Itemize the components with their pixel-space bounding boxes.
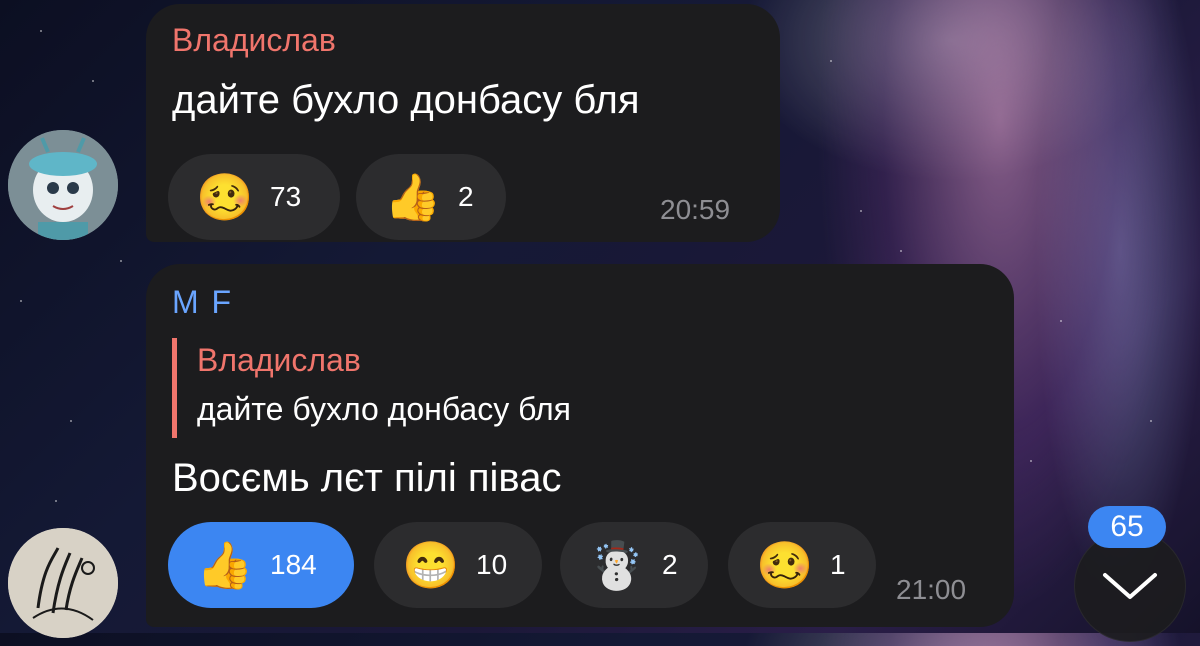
message-bubble[interactable]: Владислав дайте бухло донбасу бля 🥴 73 👍… — [146, 4, 780, 242]
reaction-grin[interactable]: 😁 10 — [374, 522, 542, 608]
avatar[interactable] — [8, 528, 118, 638]
reaction-count: 2 — [458, 181, 474, 212]
reaction-count: 1 — [830, 549, 846, 580]
thumbs-up-icon: 👍 — [384, 171, 442, 223]
message-bubble[interactable]: M F Владислав дайте бухло донбасу бля Во… — [146, 264, 1014, 627]
grinning-face-icon: 😁 — [402, 539, 460, 591]
message-time: 20:59 — [660, 194, 731, 225]
reaction-woozy[interactable]: 🥴 73 — [168, 154, 340, 240]
unread-badge: 65 — [1088, 506, 1166, 548]
reaction-count: 73 — [270, 181, 302, 212]
thumbs-up-icon: 👍 — [196, 539, 254, 591]
reaction-thumbs-up[interactable]: 👍 2 — [356, 154, 506, 240]
woozy-face-icon: 🥴 — [756, 539, 814, 591]
reaction-count: 10 — [476, 549, 508, 580]
reaction-snowman[interactable]: ☃️ 2 — [560, 522, 708, 608]
message-time: 21:00 — [896, 574, 967, 605]
reaction-count: 2 — [662, 549, 678, 580]
calligraphy-avatar-icon — [8, 528, 118, 638]
message-text: Восємь лєт пілі півас — [172, 456, 562, 500]
snowman-icon: ☃️ — [588, 539, 646, 591]
reaction-thumbs-up[interactable]: 👍 184 — [168, 522, 354, 608]
woozy-face-icon: 🥴 — [196, 171, 254, 223]
avatar[interactable] — [8, 130, 118, 240]
robot-avatar-icon — [8, 130, 118, 240]
reaction-count: 184 — [270, 549, 317, 580]
reply-quote[interactable]: Владислав дайте бухло донбасу бля — [172, 338, 571, 438]
reply-sender: Владислав — [197, 342, 361, 378]
reaction-woozy[interactable]: 🥴 1 — [728, 522, 876, 608]
sender-name[interactable]: Владислав — [172, 22, 336, 59]
message-text: дайте бухло донбасу бля — [172, 78, 640, 122]
reply-text: дайте бухло донбасу бля — [197, 391, 571, 427]
sender-name[interactable]: M F — [172, 284, 233, 321]
